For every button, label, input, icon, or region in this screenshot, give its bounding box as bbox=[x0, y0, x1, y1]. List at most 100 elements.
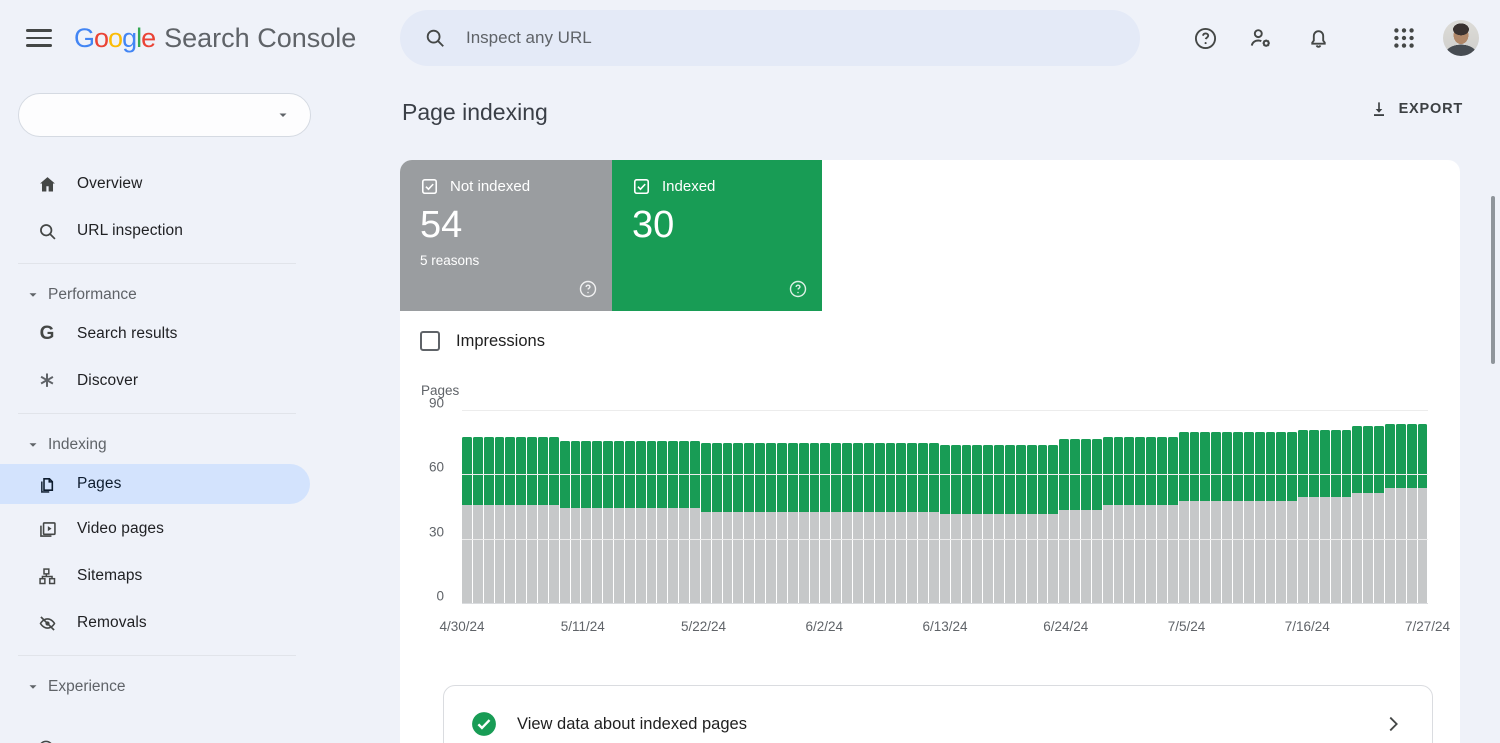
chart-bar[interactable] bbox=[1255, 411, 1265, 604]
chart-bar[interactable] bbox=[1005, 411, 1015, 604]
sidebar-item-overview[interactable]: Overview bbox=[0, 164, 360, 204]
chart-bar[interactable] bbox=[864, 411, 874, 604]
chart-bar[interactable] bbox=[896, 411, 906, 604]
chart-bar[interactable] bbox=[875, 411, 885, 604]
chart-bar[interactable] bbox=[647, 411, 657, 604]
url-inspect-search-bar[interactable] bbox=[400, 10, 1140, 66]
chart-bar[interactable] bbox=[1135, 411, 1145, 604]
chart-bar[interactable] bbox=[1222, 411, 1232, 604]
sidebar-section-performance[interactable]: Performance bbox=[0, 276, 360, 314]
chart-bar[interactable] bbox=[549, 411, 559, 604]
chart-bar[interactable] bbox=[527, 411, 537, 604]
chevron-right-icon[interactable] bbox=[1382, 713, 1404, 735]
chart-bar[interactable] bbox=[1385, 411, 1395, 604]
indexed-card[interactable]: Indexed 30 bbox=[612, 160, 822, 311]
help-icon[interactable] bbox=[788, 279, 808, 299]
chart-bar[interactable] bbox=[744, 411, 754, 604]
chart-bar[interactable] bbox=[820, 411, 830, 604]
chart-bar[interactable] bbox=[679, 411, 689, 604]
chart-bar[interactable] bbox=[1342, 411, 1352, 604]
chart-bar[interactable] bbox=[1287, 411, 1297, 604]
chart-bar[interactable] bbox=[1048, 411, 1058, 604]
chart-bar[interactable] bbox=[886, 411, 896, 604]
chart-bar[interactable] bbox=[1266, 411, 1276, 604]
chart-bar[interactable] bbox=[1407, 411, 1417, 604]
chart-bar[interactable] bbox=[1092, 411, 1102, 604]
export-button[interactable]: EXPORT bbox=[1369, 99, 1463, 119]
chart-bar[interactable] bbox=[1168, 411, 1178, 604]
chart-bar[interactable] bbox=[516, 411, 526, 604]
chart-bar[interactable] bbox=[1059, 411, 1069, 604]
chart-bar[interactable] bbox=[1352, 411, 1362, 604]
chart-bar[interactable] bbox=[951, 411, 961, 604]
scrollbar-thumb[interactable] bbox=[1491, 196, 1495, 364]
not-indexed-card[interactable]: Not indexed 54 5 reasons bbox=[400, 160, 612, 311]
chart-bar[interactable] bbox=[755, 411, 765, 604]
chart-bar[interactable] bbox=[538, 411, 548, 604]
chart-bar[interactable] bbox=[614, 411, 624, 604]
chart-bar[interactable] bbox=[907, 411, 917, 604]
chart-bar[interactable] bbox=[962, 411, 972, 604]
chart-bar[interactable] bbox=[1244, 411, 1254, 604]
sidebar-item-pages[interactable]: Pages bbox=[0, 464, 310, 504]
help-icon[interactable] bbox=[1185, 18, 1225, 58]
chart-bar[interactable] bbox=[462, 411, 472, 604]
app-logo[interactable]: Google Search Console bbox=[74, 0, 356, 76]
chart-bar[interactable] bbox=[1179, 411, 1189, 604]
chart-bar[interactable] bbox=[983, 411, 993, 604]
chart-bar[interactable] bbox=[712, 411, 722, 604]
chart-bar[interactable] bbox=[1363, 411, 1373, 604]
chart-bar[interactable] bbox=[972, 411, 982, 604]
sidebar-item-sitemaps[interactable]: Sitemaps bbox=[0, 556, 360, 596]
user-avatar[interactable] bbox=[1443, 20, 1479, 56]
chart-bar[interactable] bbox=[766, 411, 776, 604]
chart-bar[interactable] bbox=[723, 411, 733, 604]
chart-bar[interactable] bbox=[1103, 411, 1113, 604]
chart-bar[interactable] bbox=[994, 411, 1004, 604]
chart-bar[interactable] bbox=[690, 411, 700, 604]
chart-bar[interactable] bbox=[603, 411, 613, 604]
user-settings-icon[interactable] bbox=[1241, 18, 1281, 58]
chart-bar[interactable] bbox=[571, 411, 581, 604]
chart-bar[interactable] bbox=[1298, 411, 1308, 604]
chart-bar[interactable] bbox=[853, 411, 863, 604]
chart-bar[interactable] bbox=[1146, 411, 1156, 604]
chart-bar[interactable] bbox=[484, 411, 494, 604]
chart-bar[interactable] bbox=[1331, 411, 1341, 604]
chart-bar[interactable] bbox=[1124, 411, 1134, 604]
notifications-bell-icon[interactable] bbox=[1298, 18, 1338, 58]
chart-bar[interactable] bbox=[1038, 411, 1048, 604]
chart-bar[interactable] bbox=[810, 411, 820, 604]
chart-bar[interactable] bbox=[940, 411, 950, 604]
chart-bar[interactable] bbox=[560, 411, 570, 604]
chart-bar[interactable] bbox=[831, 411, 841, 604]
checkbox-checked-icon[interactable] bbox=[632, 177, 651, 196]
google-apps-grid-icon[interactable] bbox=[1384, 18, 1424, 58]
chart-bar[interactable] bbox=[1374, 411, 1384, 604]
chart-bar[interactable] bbox=[1396, 411, 1406, 604]
sidebar-item-search-results[interactable]: G Search results bbox=[0, 314, 360, 354]
chart-bar[interactable] bbox=[777, 411, 787, 604]
chart-bar[interactable] bbox=[1190, 411, 1200, 604]
chart-bar[interactable] bbox=[1276, 411, 1286, 604]
sidebar-section-indexing[interactable]: Indexing bbox=[0, 426, 360, 464]
chart-bar[interactable] bbox=[788, 411, 798, 604]
chart-bar[interactable] bbox=[625, 411, 635, 604]
sidebar-section-experience[interactable]: Experience bbox=[0, 668, 360, 706]
chart-bar[interactable] bbox=[657, 411, 667, 604]
chart-bar[interactable] bbox=[1418, 411, 1428, 604]
chart-bar[interactable] bbox=[1027, 411, 1037, 604]
chart-bar[interactable] bbox=[1114, 411, 1124, 604]
sidebar-item-removals[interactable]: Removals bbox=[0, 603, 360, 643]
sidebar-item-discover[interactable]: Discover bbox=[0, 361, 360, 401]
chart-bar[interactable] bbox=[1200, 411, 1210, 604]
sidebar-item-video-pages[interactable]: Video pages bbox=[0, 509, 360, 549]
chart-bar[interactable] bbox=[842, 411, 852, 604]
chart-bar[interactable] bbox=[505, 411, 515, 604]
chart-bar[interactable] bbox=[1233, 411, 1243, 604]
chart-bar[interactable] bbox=[473, 411, 483, 604]
checkbox-checked-icon[interactable] bbox=[420, 177, 439, 196]
chart-bar[interactable] bbox=[918, 411, 928, 604]
chart-bar[interactable] bbox=[1320, 411, 1330, 604]
view-indexed-data-banner[interactable]: View data about indexed pages bbox=[443, 685, 1433, 743]
